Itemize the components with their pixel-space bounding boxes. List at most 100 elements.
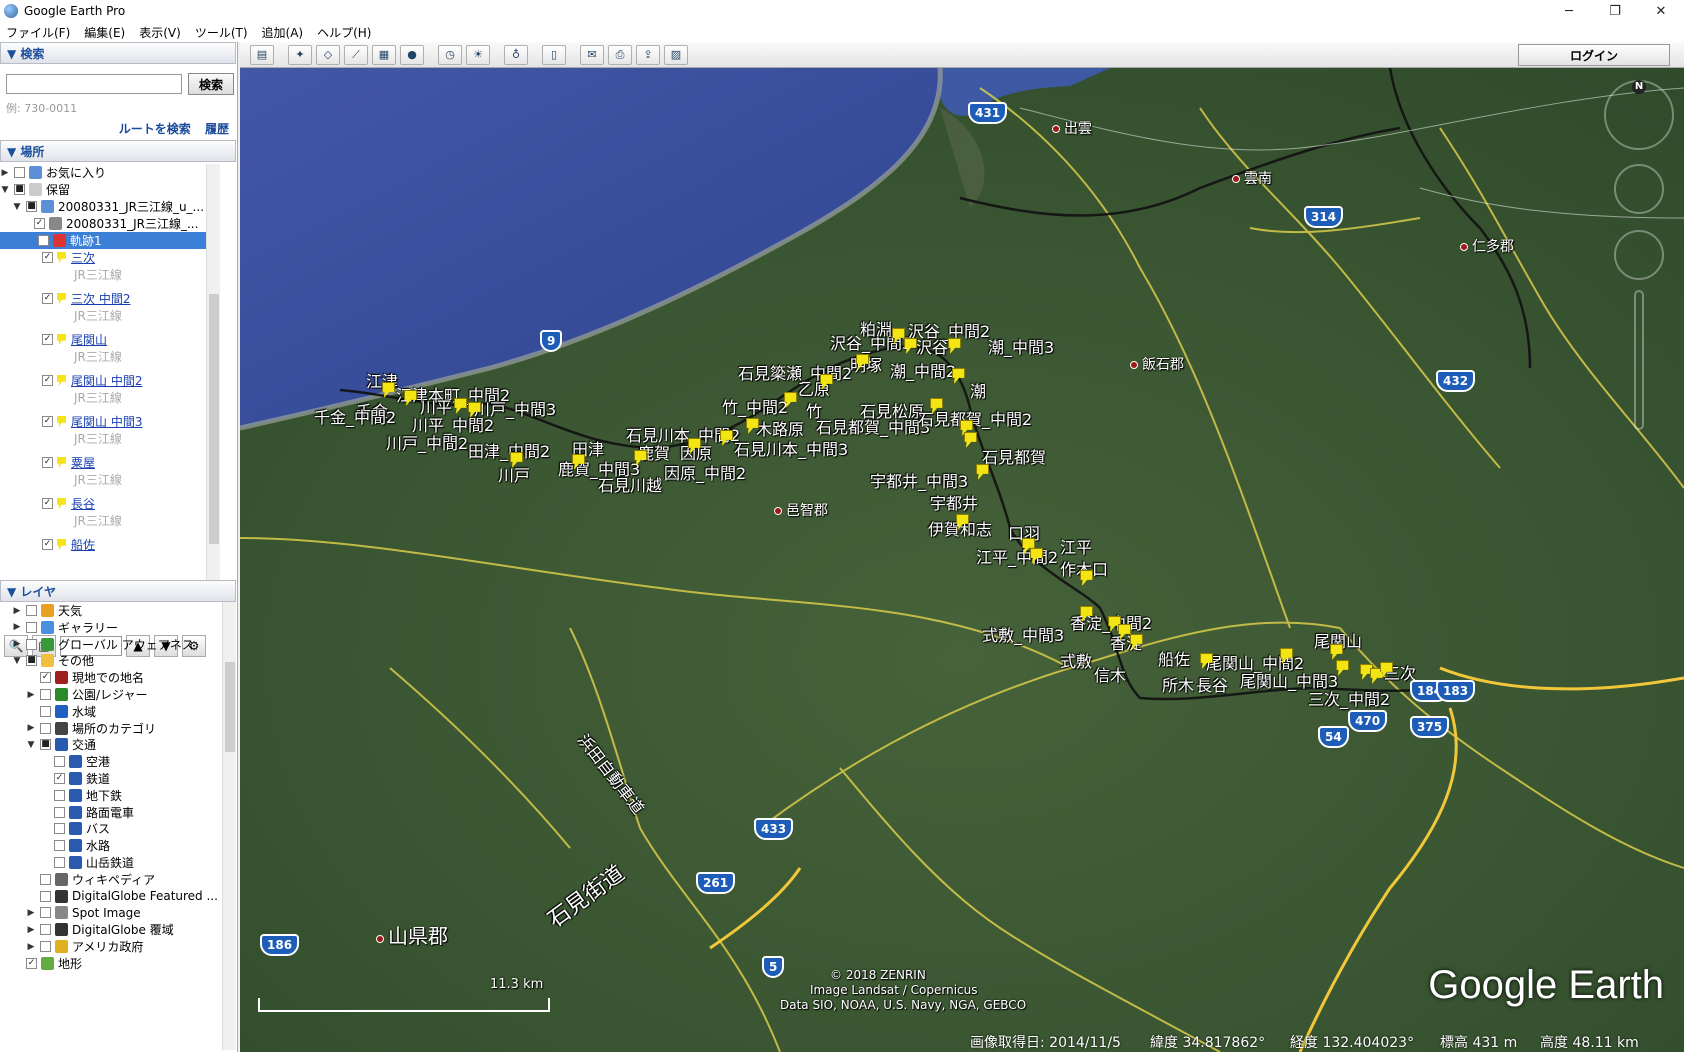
layer-row[interactable]: ウィキペディア (26, 871, 155, 888)
layer-row[interactable]: ▶ グローバル アウェアネス (12, 636, 194, 653)
station-label[interactable]: 江平_中間2 (976, 544, 1058, 568)
layer-row[interactable]: 水路 (40, 837, 110, 854)
expand-icon[interactable]: ▼ (12, 656, 22, 666)
station-label[interactable]: 信木 (1094, 662, 1126, 686)
close-button[interactable]: ✕ (1638, 0, 1684, 22)
layer-checkbox[interactable] (40, 705, 51, 717)
placemark-row[interactable]: ✓ 長谷 (38, 495, 95, 512)
layer-checkbox[interactable] (40, 689, 51, 700)
station-label[interactable]: 粕淵 (860, 316, 892, 340)
placemark-row[interactable]: ✓ 尾関山 (38, 331, 107, 348)
station-label[interactable]: 因原_中間2 (664, 460, 746, 484)
station-label[interactable]: 田津_中間2 (468, 438, 550, 462)
add-path-icon[interactable]: ⟋ (344, 44, 368, 65)
station-label[interactable]: 潮_中間2 (890, 358, 956, 382)
expand-icon[interactable]: ▶ (12, 622, 22, 632)
placemark-link[interactable]: 船佐 (71, 536, 95, 553)
navigation-controls[interactable]: N (1600, 80, 1678, 440)
look-joystick-icon[interactable] (1614, 164, 1664, 214)
station-label[interactable]: 三次_中間2 (1308, 686, 1390, 710)
menu-edit[interactable]: 編集(E) (84, 24, 125, 41)
image-overlay-icon[interactable]: ▦ (372, 44, 396, 65)
add-placemark-icon[interactable]: ✦ (288, 44, 312, 65)
expand-icon[interactable]: ▶ (26, 942, 36, 952)
station-label[interactable]: 木路原 (756, 416, 804, 440)
station-label[interactable]: 船佐 (1158, 646, 1190, 670)
collapse-icon[interactable]: ▼ (0, 185, 10, 195)
historical-imagery-icon[interactable]: ◷ (438, 44, 462, 65)
station-label[interactable]: 石見簗瀬_中間2 (738, 360, 852, 384)
menu-help[interactable]: ヘルプ(H) (317, 24, 371, 41)
expand-icon[interactable]: ▶ (26, 908, 36, 918)
move-joystick-icon[interactable] (1614, 230, 1664, 280)
layer-row[interactable]: 空港 (40, 753, 110, 770)
layer-checkbox[interactable] (40, 907, 51, 919)
placemark-link[interactable]: 尾関山 (71, 331, 107, 348)
placemark-link[interactable]: 三次 (71, 249, 95, 266)
expand-icon[interactable]: ▼ (26, 740, 36, 750)
station-label[interactable]: 式敷 (1060, 648, 1092, 672)
layer-row[interactable]: 地下鉄 (40, 787, 122, 804)
layer-checkbox[interactable]: ✓ (26, 957, 37, 969)
layer-checkbox[interactable] (26, 605, 37, 616)
save-image-icon[interactable]: ⇪ (636, 44, 660, 65)
layer-row[interactable]: ▶ 場所のカテゴリ (26, 720, 156, 737)
station-label[interactable]: 式敷_中間3 (982, 622, 1064, 646)
layer-checkbox[interactable] (40, 890, 51, 902)
checkbox[interactable]: ■ (14, 184, 25, 195)
route-search-link[interactable]: ルートを検索 (119, 122, 191, 136)
layer-checkbox[interactable] (26, 638, 37, 650)
expand-icon[interactable]: ▶ (0, 168, 10, 178)
places-header[interactable]: ▼ 場所 (0, 140, 236, 162)
layer-checkbox[interactable] (40, 722, 51, 734)
layer-row[interactable]: ▼ ■ 交通 (26, 736, 96, 753)
email-icon[interactable]: ✉ (580, 44, 604, 65)
layer-checkbox[interactable] (40, 924, 51, 936)
record-tour-icon[interactable]: ● (400, 44, 424, 65)
planets-icon[interactable]: ♁ (504, 44, 528, 65)
maximize-button[interactable]: ❐ (1592, 0, 1638, 22)
station-label[interactable]: 竹_中間2 (722, 394, 788, 418)
layer-checkbox[interactable] (40, 873, 51, 885)
station-label[interactable]: 沢谷 (916, 334, 948, 358)
layer-row[interactable]: ▼ ■ その他 (12, 652, 94, 669)
login-button[interactable]: ログイン (1518, 44, 1670, 66)
tree-row[interactable]: ✓ 20080331_JR三江線_... (30, 215, 198, 232)
layer-checkbox[interactable] (40, 941, 51, 952)
layer-checkbox[interactable]: ■ (40, 739, 51, 751)
placemark-link[interactable]: 長谷 (71, 495, 95, 512)
menu-add[interactable]: 追加(A) (262, 24, 304, 41)
print-icon[interactable]: ⎙ (608, 44, 632, 65)
sidebar-toggle-icon[interactable]: ▤ (250, 44, 274, 65)
zoom-slider[interactable] (1634, 290, 1644, 430)
layer-checkbox[interactable]: ■ (26, 655, 37, 667)
placemark-row[interactable]: ✓ 三次 (38, 249, 95, 266)
north-icon[interactable]: N (1632, 80, 1646, 94)
menu-tools[interactable]: ツール(T) (195, 24, 248, 41)
layer-checkbox[interactable] (54, 806, 65, 818)
layer-checkbox[interactable] (54, 756, 65, 768)
layer-row[interactable]: 山岳鉄道 (40, 854, 134, 871)
expand-icon[interactable]: ▶ (12, 606, 22, 616)
minimize-button[interactable]: ─ (1546, 0, 1592, 22)
station-label[interactable]: 川戸 (498, 462, 530, 486)
layer-checkbox[interactable] (26, 621, 37, 633)
station-label[interactable]: 千金_中間2 (314, 404, 396, 428)
layer-row[interactable]: DigitalGlobe Featured ... (26, 888, 218, 905)
map-view[interactable]: 江津 江津本町_中間2 千金 千金_中間2 川平 川戸_中間3 川平_中間2 川戸_中間2 田津… (240, 68, 1684, 1052)
layer-row[interactable]: ▶ アメリカ政府 (26, 938, 143, 955)
tree-row-selected[interactable]: 軌跡1 (0, 232, 206, 249)
ruler-icon[interactable]: ▯ (542, 44, 566, 65)
tree-row[interactable]: ▼ ■ 20080331_JR三江線_u_... (12, 198, 204, 215)
layers-scrollbar[interactable] (222, 602, 236, 1050)
layer-row[interactable]: バス (40, 820, 110, 837)
layer-row[interactable]: ▶ DigitalGlobe 覆域 (26, 921, 174, 938)
layer-checkbox[interactable] (54, 840, 65, 852)
add-polygon-icon[interactable]: ◇ (316, 44, 340, 65)
layer-row[interactable]: ▶ Spot Image (26, 904, 141, 921)
station-label[interactable]: 川戸_中間2 (386, 430, 468, 454)
station-label[interactable]: 長谷 (1196, 672, 1228, 696)
search-header[interactable]: ▼ 検索 (0, 42, 236, 64)
station-label[interactable]: 宇都井_中間3 (870, 468, 968, 492)
places-scrollbar[interactable] (206, 164, 220, 592)
